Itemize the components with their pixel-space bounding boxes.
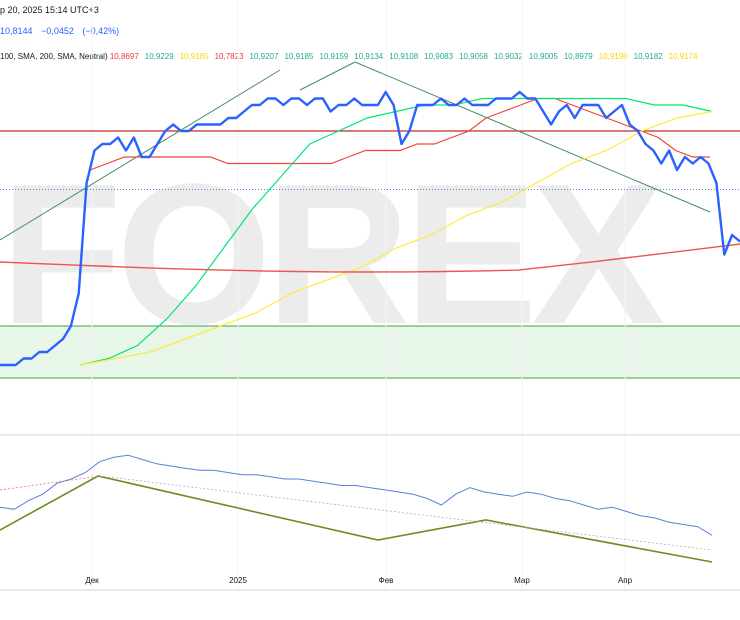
grid [0,0,740,591]
x-tick-label: Фев [378,576,394,585]
trend-lines [0,61,711,241]
x-tick-label: 2025 [229,576,247,585]
price-series [0,90,740,367]
trend-line-2 [299,61,356,91]
ma-line-long [0,243,740,273]
oscillator-guide-2 [99,475,713,551]
zone-fill [0,326,740,378]
horizontal-levels [0,130,740,190]
ma-line-1 [79,97,713,366]
price-line [0,90,740,367]
oscillator-trend [0,475,713,563]
oscillator-pane [0,454,713,563]
x-tick-label: Мар [514,576,530,585]
price-chart[interactable] [0,0,740,620]
moving-averages [0,97,740,366]
oscillator-series [0,454,713,536]
support-zone [0,325,740,379]
x-tick-label: Апр [617,576,633,585]
x-tick-label: Дек [85,576,99,585]
